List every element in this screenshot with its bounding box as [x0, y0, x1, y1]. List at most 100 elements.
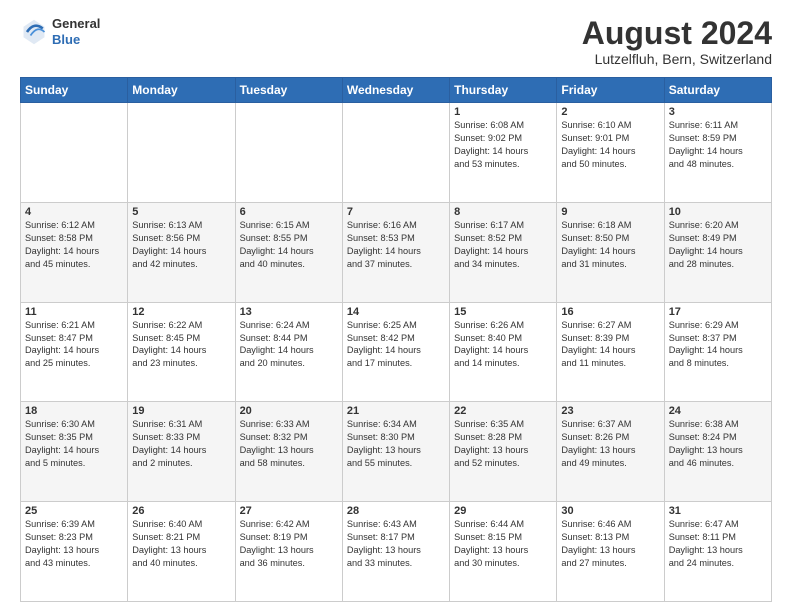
- calendar: SundayMondayTuesdayWednesdayThursdayFrid…: [20, 77, 772, 602]
- day-info: Sunrise: 6:27 AM Sunset: 8:39 PM Dayligh…: [561, 319, 659, 371]
- weekday-header: Wednesday: [342, 78, 449, 103]
- calendar-cell: [342, 103, 449, 203]
- calendar-cell: 7Sunrise: 6:16 AM Sunset: 8:53 PM Daylig…: [342, 202, 449, 302]
- day-number: 9: [561, 206, 659, 218]
- calendar-cell: 4Sunrise: 6:12 AM Sunset: 8:58 PM Daylig…: [21, 202, 128, 302]
- calendar-cell: 16Sunrise: 6:27 AM Sunset: 8:39 PM Dayli…: [557, 302, 664, 402]
- day-number: 15: [454, 306, 552, 318]
- day-info: Sunrise: 6:20 AM Sunset: 8:49 PM Dayligh…: [669, 219, 767, 271]
- day-number: 16: [561, 306, 659, 318]
- calendar-cell: 14Sunrise: 6:25 AM Sunset: 8:42 PM Dayli…: [342, 302, 449, 402]
- calendar-cell: 1Sunrise: 6:08 AM Sunset: 9:02 PM Daylig…: [450, 103, 557, 203]
- logo-general: General: [52, 16, 100, 32]
- calendar-cell: 28Sunrise: 6:43 AM Sunset: 8:17 PM Dayli…: [342, 502, 449, 602]
- calendar-cell: 17Sunrise: 6:29 AM Sunset: 8:37 PM Dayli…: [664, 302, 771, 402]
- calendar-cell: 13Sunrise: 6:24 AM Sunset: 8:44 PM Dayli…: [235, 302, 342, 402]
- day-info: Sunrise: 6:38 AM Sunset: 8:24 PM Dayligh…: [669, 418, 767, 470]
- day-info: Sunrise: 6:40 AM Sunset: 8:21 PM Dayligh…: [132, 518, 230, 570]
- day-info: Sunrise: 6:12 AM Sunset: 8:58 PM Dayligh…: [25, 219, 123, 271]
- day-info: Sunrise: 6:29 AM Sunset: 8:37 PM Dayligh…: [669, 319, 767, 371]
- day-info: Sunrise: 6:46 AM Sunset: 8:13 PM Dayligh…: [561, 518, 659, 570]
- logo-blue: Blue: [52, 32, 100, 48]
- calendar-cell: [235, 103, 342, 203]
- day-info: Sunrise: 6:08 AM Sunset: 9:02 PM Dayligh…: [454, 119, 552, 171]
- page: General Blue August 2024 Lutzelfluh, Ber…: [0, 0, 792, 612]
- day-number: 21: [347, 405, 445, 417]
- calendar-week-row: 18Sunrise: 6:30 AM Sunset: 8:35 PM Dayli…: [21, 402, 772, 502]
- day-number: 25: [25, 505, 123, 517]
- day-number: 23: [561, 405, 659, 417]
- calendar-cell: 6Sunrise: 6:15 AM Sunset: 8:55 PM Daylig…: [235, 202, 342, 302]
- subtitle: Lutzelfluh, Bern, Switzerland: [582, 51, 772, 67]
- calendar-cell: 26Sunrise: 6:40 AM Sunset: 8:21 PM Dayli…: [128, 502, 235, 602]
- day-number: 11: [25, 306, 123, 318]
- day-info: Sunrise: 6:11 AM Sunset: 8:59 PM Dayligh…: [669, 119, 767, 171]
- day-number: 2: [561, 106, 659, 118]
- calendar-cell: 12Sunrise: 6:22 AM Sunset: 8:45 PM Dayli…: [128, 302, 235, 402]
- day-info: Sunrise: 6:39 AM Sunset: 8:23 PM Dayligh…: [25, 518, 123, 570]
- weekday-header: Monday: [128, 78, 235, 103]
- calendar-cell: [21, 103, 128, 203]
- day-number: 26: [132, 505, 230, 517]
- day-info: Sunrise: 6:21 AM Sunset: 8:47 PM Dayligh…: [25, 319, 123, 371]
- weekday-header: Tuesday: [235, 78, 342, 103]
- day-number: 3: [669, 106, 767, 118]
- calendar-cell: 3Sunrise: 6:11 AM Sunset: 8:59 PM Daylig…: [664, 103, 771, 203]
- day-info: Sunrise: 6:15 AM Sunset: 8:55 PM Dayligh…: [240, 219, 338, 271]
- day-info: Sunrise: 6:47 AM Sunset: 8:11 PM Dayligh…: [669, 518, 767, 570]
- day-info: Sunrise: 6:16 AM Sunset: 8:53 PM Dayligh…: [347, 219, 445, 271]
- calendar-cell: 5Sunrise: 6:13 AM Sunset: 8:56 PM Daylig…: [128, 202, 235, 302]
- calendar-cell: 25Sunrise: 6:39 AM Sunset: 8:23 PM Dayli…: [21, 502, 128, 602]
- calendar-cell: 29Sunrise: 6:44 AM Sunset: 8:15 PM Dayli…: [450, 502, 557, 602]
- day-number: 12: [132, 306, 230, 318]
- calendar-cell: 9Sunrise: 6:18 AM Sunset: 8:50 PM Daylig…: [557, 202, 664, 302]
- day-number: 28: [347, 505, 445, 517]
- calendar-cell: 24Sunrise: 6:38 AM Sunset: 8:24 PM Dayli…: [664, 402, 771, 502]
- day-info: Sunrise: 6:42 AM Sunset: 8:19 PM Dayligh…: [240, 518, 338, 570]
- header: General Blue August 2024 Lutzelfluh, Ber…: [20, 16, 772, 67]
- weekday-header: Saturday: [664, 78, 771, 103]
- calendar-cell: 23Sunrise: 6:37 AM Sunset: 8:26 PM Dayli…: [557, 402, 664, 502]
- calendar-week-row: 1Sunrise: 6:08 AM Sunset: 9:02 PM Daylig…: [21, 103, 772, 203]
- calendar-cell: 27Sunrise: 6:42 AM Sunset: 8:19 PM Dayli…: [235, 502, 342, 602]
- day-number: 29: [454, 505, 552, 517]
- calendar-week-row: 4Sunrise: 6:12 AM Sunset: 8:58 PM Daylig…: [21, 202, 772, 302]
- month-title: August 2024: [582, 16, 772, 51]
- day-info: Sunrise: 6:24 AM Sunset: 8:44 PM Dayligh…: [240, 319, 338, 371]
- day-info: Sunrise: 6:30 AM Sunset: 8:35 PM Dayligh…: [25, 418, 123, 470]
- title-block: August 2024 Lutzelfluh, Bern, Switzerlan…: [582, 16, 772, 67]
- calendar-cell: 2Sunrise: 6:10 AM Sunset: 9:01 PM Daylig…: [557, 103, 664, 203]
- day-info: Sunrise: 6:22 AM Sunset: 8:45 PM Dayligh…: [132, 319, 230, 371]
- weekday-header: Sunday: [21, 78, 128, 103]
- calendar-cell: 8Sunrise: 6:17 AM Sunset: 8:52 PM Daylig…: [450, 202, 557, 302]
- day-info: Sunrise: 6:35 AM Sunset: 8:28 PM Dayligh…: [454, 418, 552, 470]
- day-number: 1: [454, 106, 552, 118]
- weekday-header: Friday: [557, 78, 664, 103]
- calendar-cell: 20Sunrise: 6:33 AM Sunset: 8:32 PM Dayli…: [235, 402, 342, 502]
- day-number: 17: [669, 306, 767, 318]
- day-number: 8: [454, 206, 552, 218]
- day-info: Sunrise: 6:43 AM Sunset: 8:17 PM Dayligh…: [347, 518, 445, 570]
- calendar-cell: 19Sunrise: 6:31 AM Sunset: 8:33 PM Dayli…: [128, 402, 235, 502]
- day-number: 7: [347, 206, 445, 218]
- day-number: 22: [454, 405, 552, 417]
- day-number: 31: [669, 505, 767, 517]
- day-info: Sunrise: 6:44 AM Sunset: 8:15 PM Dayligh…: [454, 518, 552, 570]
- calendar-week-row: 11Sunrise: 6:21 AM Sunset: 8:47 PM Dayli…: [21, 302, 772, 402]
- day-info: Sunrise: 6:10 AM Sunset: 9:01 PM Dayligh…: [561, 119, 659, 171]
- weekday-header: Thursday: [450, 78, 557, 103]
- day-number: 14: [347, 306, 445, 318]
- day-info: Sunrise: 6:33 AM Sunset: 8:32 PM Dayligh…: [240, 418, 338, 470]
- logo-icon: [20, 18, 48, 46]
- day-info: Sunrise: 6:34 AM Sunset: 8:30 PM Dayligh…: [347, 418, 445, 470]
- calendar-cell: 22Sunrise: 6:35 AM Sunset: 8:28 PM Dayli…: [450, 402, 557, 502]
- calendar-cell: 21Sunrise: 6:34 AM Sunset: 8:30 PM Dayli…: [342, 402, 449, 502]
- day-number: 27: [240, 505, 338, 517]
- day-info: Sunrise: 6:17 AM Sunset: 8:52 PM Dayligh…: [454, 219, 552, 271]
- calendar-cell: 31Sunrise: 6:47 AM Sunset: 8:11 PM Dayli…: [664, 502, 771, 602]
- day-info: Sunrise: 6:13 AM Sunset: 8:56 PM Dayligh…: [132, 219, 230, 271]
- day-number: 18: [25, 405, 123, 417]
- day-info: Sunrise: 6:18 AM Sunset: 8:50 PM Dayligh…: [561, 219, 659, 271]
- day-number: 6: [240, 206, 338, 218]
- calendar-cell: 11Sunrise: 6:21 AM Sunset: 8:47 PM Dayli…: [21, 302, 128, 402]
